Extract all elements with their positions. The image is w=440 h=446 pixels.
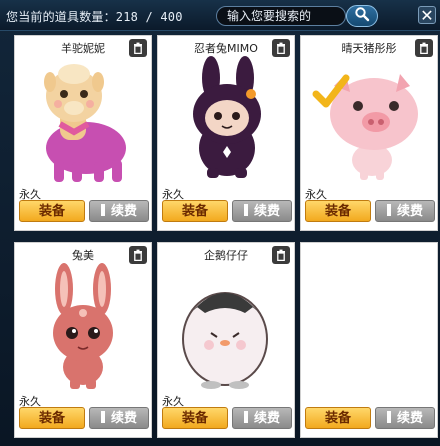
- search-button[interactable]: [346, 5, 378, 27]
- trash-icon: [132, 39, 144, 58]
- renew-button[interactable]: 续费: [89, 407, 149, 429]
- renew-button[interactable]: 续费: [375, 200, 435, 222]
- trash-icon: [275, 39, 287, 58]
- delete-item-button[interactable]: [272, 39, 290, 57]
- equip-button[interactable]: 装备: [19, 407, 85, 429]
- search-icon: [354, 6, 370, 26]
- item-card-ninja-rabbit[interactable]: 忍者兔MIMO 永久 装备 续费: [157, 35, 295, 231]
- trash-icon: [418, 39, 430, 58]
- trash-icon: [275, 246, 287, 265]
- alpaca-illustration: [44, 64, 126, 182]
- delete-item-button[interactable]: [129, 246, 147, 264]
- close-button[interactable]: ✕: [418, 5, 436, 25]
- equip-button[interactable]: 装备: [19, 200, 85, 222]
- bottom-strip: [0, 440, 440, 446]
- equip-button[interactable]: 装备: [305, 407, 371, 429]
- ninja-rabbit-illustration: [193, 56, 261, 178]
- pig-illustration: [312, 74, 418, 180]
- renew-button[interactable]: 续费: [89, 200, 149, 222]
- delete-item-button[interactable]: [129, 39, 147, 57]
- item-card-penguin[interactable]: 企鹅仔仔 永久 装备 续费: [157, 242, 295, 438]
- inventory-header: 您当前的道具数量：218 / 400 ✕: [0, 0, 440, 31]
- equip-button[interactable]: 装备: [162, 200, 228, 222]
- renew-button[interactable]: 续费: [375, 407, 435, 429]
- item-card-empty: 装备 续费: [300, 242, 438, 438]
- item-card-bunny[interactable]: 兔美 永久 装备 续费: [14, 242, 152, 438]
- equip-button[interactable]: 装备: [162, 407, 228, 429]
- item-card-alpaca[interactable]: 羊驼妮妮 永久 装备 续费: [14, 35, 152, 231]
- inventory-panel: 您当前的道具数量：218 / 400 ✕ 羊驼妮妮: [0, 0, 440, 446]
- trash-icon: [132, 246, 144, 265]
- delete-item-button[interactable]: [415, 39, 433, 57]
- item-search-input[interactable]: [216, 6, 346, 26]
- item-card-pig[interactable]: 晴天猪彤彤 永久 装备 续费: [300, 35, 438, 231]
- renew-button[interactable]: 续费: [232, 200, 292, 222]
- delete-item-button[interactable]: [272, 246, 290, 264]
- penguin-illustration: [182, 292, 268, 389]
- bunny-illustration: [53, 263, 113, 389]
- item-count-label: 您当前的道具数量：218 / 400: [6, 10, 183, 24]
- renew-button[interactable]: 续费: [232, 407, 292, 429]
- equip-button[interactable]: 装备: [305, 200, 371, 222]
- close-icon: ✕: [420, 5, 434, 25]
- item-name: [301, 248, 437, 264]
